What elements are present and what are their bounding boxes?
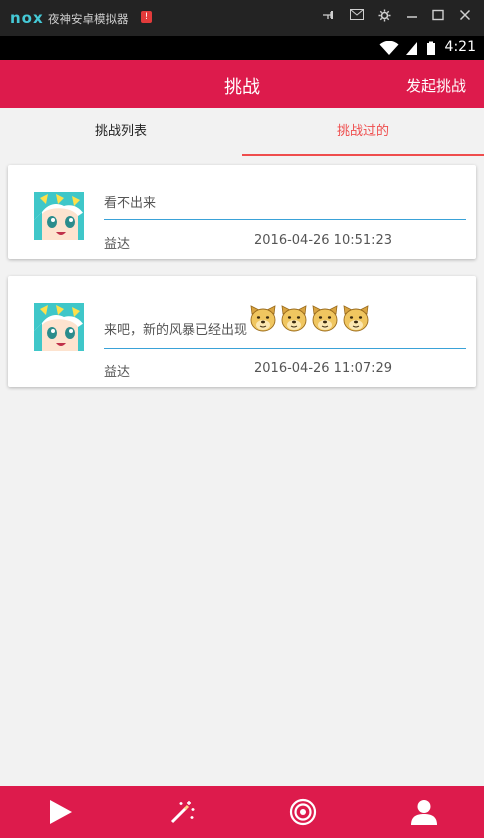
challenge-list: 看不出来 益达 2016-04-26 10:51:23 来吧，新的风暴已经出现 — [0, 156, 484, 786]
avatar — [34, 192, 84, 240]
nav-magic[interactable] — [121, 786, 242, 838]
doge-emoji-icon — [310, 304, 340, 338]
status-icons — [379, 40, 436, 60]
nav-play[interactable] — [0, 786, 121, 838]
magic-wand-icon — [170, 801, 194, 824]
challenge-card[interactable]: 看不出来 益达 2016-04-26 10:51:23 — [8, 165, 476, 259]
window-title: 夜神安卓模拟器 — [48, 12, 129, 26]
person-icon — [410, 800, 437, 825]
challenge-message: 看不出来 — [104, 196, 157, 211]
signal-icon — [405, 42, 417, 55]
nav-target[interactable] — [242, 786, 363, 838]
doge-emoji-icon — [279, 304, 309, 338]
divider — [104, 219, 466, 220]
status-bar: 4:21 — [0, 36, 484, 60]
pin-icon[interactable] — [320, 9, 336, 26]
avatar — [34, 303, 84, 351]
wifi-icon — [379, 40, 399, 55]
app-bar: 挑战 发起挑战 — [0, 60, 484, 108]
challenge-message: 来吧，新的风暴已经出现 — [104, 322, 248, 338]
maximize-icon[interactable] — [430, 9, 446, 25]
status-time: 4:21 — [444, 39, 476, 55]
emoji-row — [247, 304, 371, 338]
play-icon — [49, 800, 72, 824]
nav-profile[interactable] — [363, 786, 484, 838]
alert-badge[interactable]: ! — [141, 11, 152, 23]
nox-logo: nox — [10, 9, 44, 27]
close-icon[interactable] — [457, 9, 473, 25]
challenge-user: 益达 — [104, 365, 131, 380]
challenge-time: 2016-04-26 10:51:23 — [254, 233, 393, 248]
bottom-nav — [0, 786, 484, 838]
challenge-user: 益达 — [104, 237, 131, 252]
tab-challenge-list[interactable]: 挑战列表 — [0, 108, 242, 156]
doge-emoji-icon — [248, 304, 278, 338]
battery-icon — [427, 41, 435, 55]
minimize-icon[interactable] — [404, 9, 420, 25]
settings-gear-icon[interactable] — [376, 9, 392, 26]
mail-icon[interactable] — [349, 9, 365, 24]
tab-challenged[interactable]: 挑战过的 — [242, 108, 484, 156]
challenge-time: 2016-04-26 11:07:29 — [254, 361, 393, 376]
doge-emoji-icon — [341, 304, 371, 338]
tab-bar: 挑战列表 挑战过的 — [0, 108, 484, 156]
divider — [104, 348, 466, 349]
target-icon — [289, 798, 316, 826]
emulator-titlebar: nox 夜神安卓模拟器 ! — [0, 0, 484, 36]
challenge-message-row: 来吧，新的风暴已经出现 — [104, 304, 371, 338]
challenge-card[interactable]: 来吧，新的风暴已经出现 益达 2016-04-26 11:07:29 — [8, 276, 476, 387]
start-challenge-button[interactable]: 发起挑战 — [406, 75, 466, 96]
